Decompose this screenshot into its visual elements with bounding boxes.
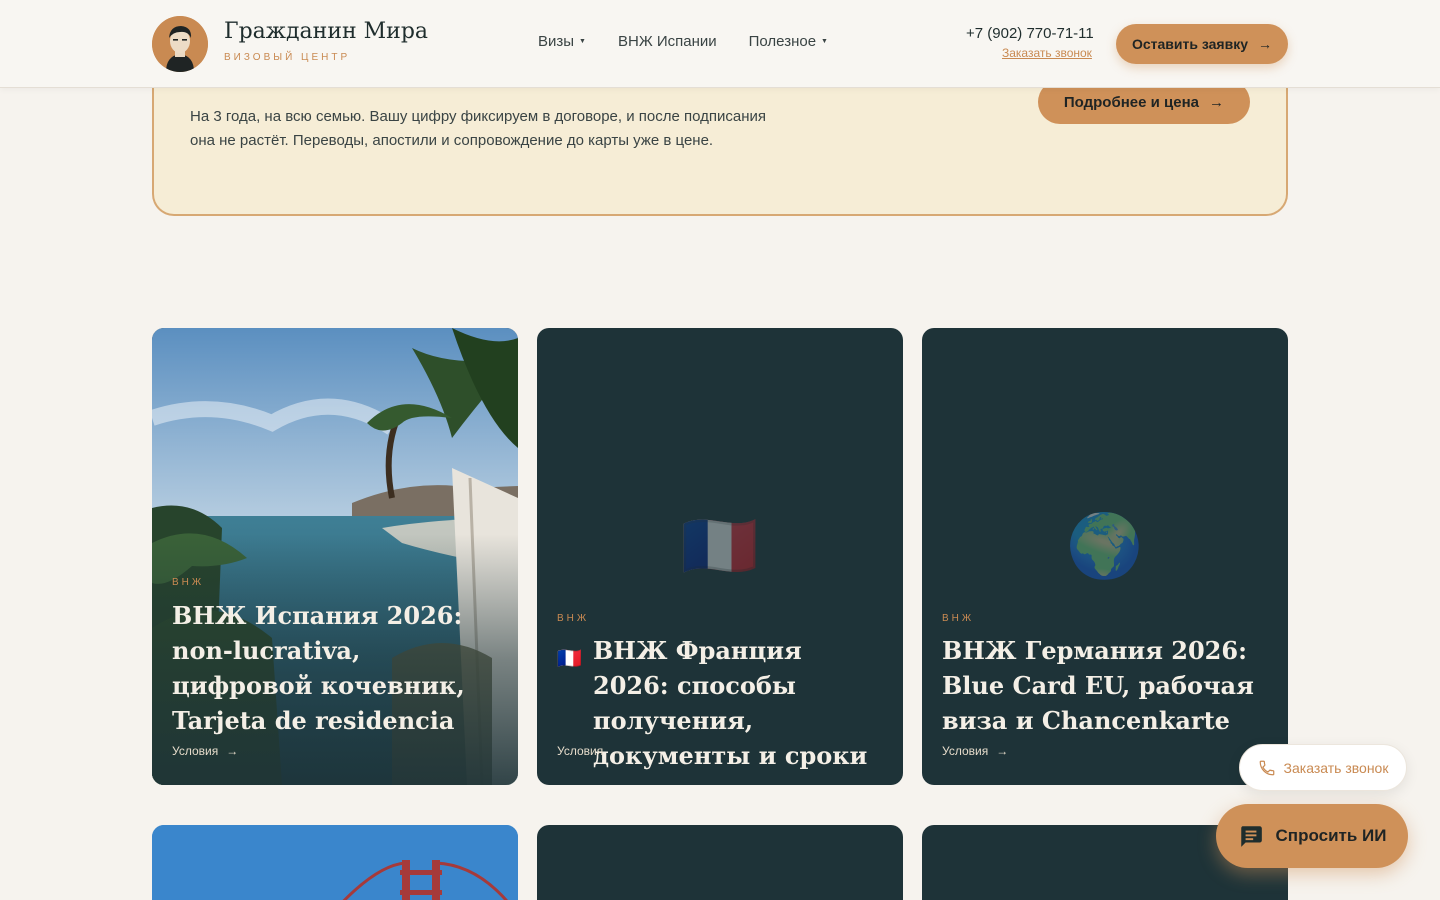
floating-callback-button[interactable]: Заказать звонок [1239, 744, 1407, 791]
caret-down-icon: ▼ [579, 38, 586, 45]
arrow-right-icon: → [996, 744, 1009, 758]
arrow-right-icon: → [1258, 36, 1272, 52]
card-tag: ВНЖ [942, 613, 975, 624]
caret-down-icon: ▼ [821, 38, 828, 45]
card-title-text: ВНЖ Германия 2026: Blue Card EU, рабочая… [942, 636, 1254, 735]
card-conditions-link[interactable]: Условия → [557, 744, 623, 758]
site-header: Гражданин Мира ВИЗОВЫЙ ЦЕНТР Визы ▼ ВНЖ … [0, 0, 1440, 88]
callback-link[interactable]: Заказать звонок [1002, 46, 1092, 60]
nav-item-visas[interactable]: Визы ▼ [538, 33, 586, 50]
nav-item-label: Полезное [748, 33, 817, 50]
brand-subtitle: ВИЗОВЫЙ ЦЕНТР [224, 52, 351, 63]
arrow-right-icon: → [226, 744, 239, 758]
card-tag: ВНЖ [172, 577, 205, 588]
promo-text: На 3 года, на всю семью. Вашу цифру фикс… [190, 108, 767, 149]
submit-request-label: Оставить заявку [1131, 36, 1248, 52]
article-card-spain[interactable]: ВНЖ ВНЖ Испания 2026: non-lucrativa, циф… [152, 328, 518, 785]
globe-emblem-icon: 🌍 [1066, 512, 1144, 581]
card-tag: ВНЖ [557, 613, 590, 624]
submit-request-button[interactable]: Оставить заявку → [1116, 24, 1288, 64]
card-link-label: Условия [942, 744, 989, 758]
card-photo-bridge [152, 825, 518, 900]
card-conditions-link[interactable]: Условия → [172, 744, 238, 758]
nav-item-label: Визы [538, 33, 575, 50]
main-nav: Визы ▼ ВНЖ Испании Полезное ▼ [538, 33, 828, 50]
details-price-label: Подробнее и цена [1063, 93, 1199, 111]
card-link-label: Условия [172, 744, 219, 758]
logo-avatar[interactable] [152, 16, 208, 72]
phone-number[interactable]: +7 (902) 770-71-11 [966, 25, 1094, 42]
nav-item-label: ВНЖ Испании [617, 33, 717, 50]
card-title-text: ВНЖ Франция 2026: способы получения, док… [593, 636, 868, 770]
france-flag-icon: 🇫🇷 [557, 646, 582, 670]
article-card-france[interactable]: 🇫🇷 ВНЖ 🇫🇷 ВНЖ Франция 2026: способы полу… [537, 328, 903, 785]
chat-icon [1240, 826, 1262, 847]
article-card-next-1[interactable] [152, 825, 518, 900]
ask-ai-label: Спросить ИИ [1275, 826, 1387, 845]
nav-item-spain-residency[interactable]: ВНЖ Испании [618, 33, 717, 50]
phone-icon [1259, 760, 1274, 775]
card-conditions-link[interactable]: Условия → [942, 744, 1008, 758]
card-title-text: ВНЖ Испания 2026: non-lucrativa, цифрово… [172, 601, 465, 735]
article-card-germany[interactable]: 🌍 ВНЖ ВНЖ Германия 2026: Blue Card EU, р… [922, 328, 1288, 785]
brand-name[interactable]: Гражданин Мира [224, 19, 428, 44]
card-link-label: Условия [557, 744, 604, 758]
card-title: ВНЖ Германия 2026: Blue Card EU, рабочая… [942, 633, 1270, 738]
floating-callback-label: Заказать звонок [1283, 759, 1389, 776]
arrow-right-icon: → [611, 744, 624, 758]
france-flag-emblem-icon: 🇫🇷 [681, 512, 759, 581]
arrow-right-icon: → [1209, 93, 1224, 111]
card-title: ВНЖ Испания 2026: non-lucrativa, цифрово… [172, 598, 500, 738]
article-card-next-2[interactable] [537, 825, 903, 900]
nav-item-useful[interactable]: Полезное ▼ [749, 33, 828, 50]
ask-ai-button[interactable]: Спросить ИИ [1216, 804, 1408, 868]
